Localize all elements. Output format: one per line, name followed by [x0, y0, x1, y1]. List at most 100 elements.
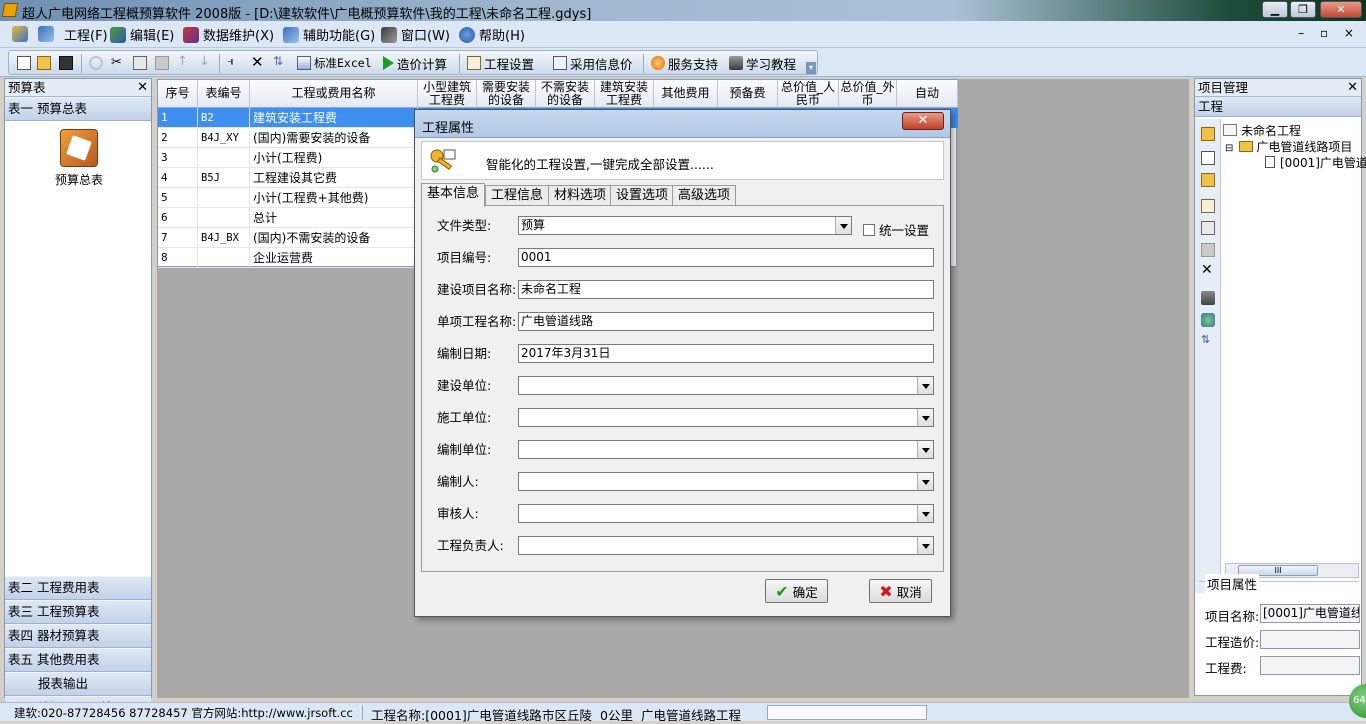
column-header[interactable]: 工程或费用名称 [250, 80, 418, 108]
open-folder-icon[interactable] [1201, 173, 1215, 187]
column-header[interactable]: 小型建筑工程费 [418, 80, 477, 108]
column-header[interactable]: 序号 [158, 80, 198, 108]
engineering-fee-label: 工程费: [1205, 661, 1247, 676]
close-button[interactable]: ✕ [1320, 1, 1362, 18]
column-header[interactable]: 其他费用 [654, 80, 718, 108]
menu-project[interactable]: 工程(F) [64, 25, 108, 44]
menu-edit[interactable]: 编辑(E) [110, 25, 174, 44]
compiler-select[interactable] [518, 472, 934, 491]
delete-icon[interactable]: ✕ [1201, 263, 1215, 277]
constructor-select[interactable] [518, 408, 934, 427]
chevron-down-icon[interactable] [835, 217, 851, 234]
tab-table-four[interactable]: 表四 器材预算表 [5, 624, 151, 648]
new-file-icon[interactable] [17, 56, 31, 70]
unified-settings-checkbox[interactable]: 统一设置 [863, 220, 929, 239]
file-type-select[interactable]: 预算 [518, 216, 852, 235]
column-header[interactable]: 总价值_外币 [839, 80, 897, 108]
collapse-icon[interactable]: ⊟ [1225, 143, 1233, 154]
open-project-icon[interactable] [12, 26, 28, 42]
tab-project-info[interactable]: 工程信息 [485, 185, 550, 206]
service-button[interactable]: 服务支持 [651, 54, 718, 72]
budget-summary-icon[interactable] [60, 129, 98, 167]
restore-button[interactable]: ❐ [1290, 1, 1316, 18]
menu-data-maintenance[interactable]: 数据维护(X) [183, 25, 274, 44]
report-output-link[interactable]: 报表输出 [5, 672, 151, 696]
mdi-window-buttons[interactable]: – ▫ × [1298, 26, 1360, 40]
tab-advanced-options[interactable]: 高级选项 [672, 185, 737, 206]
chevron-down-icon[interactable] [917, 537, 933, 554]
save-icon[interactable] [59, 56, 73, 70]
split-icon[interactable]: ⫣ [227, 54, 241, 68]
column-header[interactable]: 不需安装的设备 [536, 80, 595, 108]
tree-leaf[interactable]: [0001]广电管道 [1223, 155, 1366, 171]
sub-project-input[interactable]: 广电管道线路 [518, 312, 934, 331]
folder-icon [1239, 141, 1254, 152]
menu-auxiliary[interactable]: 辅助功能(G) [283, 25, 375, 44]
compiler-unit-select[interactable] [518, 440, 934, 459]
paste-icon[interactable] [155, 56, 169, 70]
tab-table-three[interactable]: 表三 工程预算表 [5, 600, 151, 624]
column-header[interactable]: 建筑安装工程费 [595, 80, 654, 108]
panel-close-button[interactable]: ✕ [137, 79, 148, 96]
menu-window[interactable]: 窗口(W) [381, 25, 450, 44]
project-name-input[interactable]: 未命名工程 [518, 280, 934, 299]
dialog-close-button[interactable]: ✕ [902, 112, 944, 130]
builder-select[interactable] [518, 376, 934, 395]
undo-icon[interactable] [89, 56, 103, 70]
compile-date-input[interactable]: 2017年3月31日 [518, 344, 934, 363]
chevron-down-icon[interactable] [917, 377, 933, 394]
chevron-down-icon[interactable] [917, 409, 933, 426]
panel-close-button[interactable]: ✕ [1347, 79, 1358, 96]
project-settings-button[interactable]: 工程设置 [467, 54, 534, 72]
move-down-icon[interactable]: ↓ [199, 54, 213, 69]
tab-basic-info[interactable]: 基本信息 [421, 183, 486, 207]
project-cost-field[interactable] [1260, 630, 1360, 649]
chevron-down-icon[interactable] [917, 473, 933, 490]
reviewer-select[interactable] [518, 504, 934, 523]
chart-icon[interactable] [38, 26, 54, 42]
paste-icon[interactable] [1201, 243, 1215, 257]
column-header[interactable]: 自动 [897, 80, 958, 108]
print-icon[interactable] [1201, 291, 1215, 305]
column-header[interactable]: 总价值_人民币 [778, 80, 839, 108]
tab-table-one[interactable]: 表一 预算总表 [5, 97, 151, 121]
budget-summary-label[interactable]: 预算总表 [5, 171, 153, 188]
info-price-button[interactable]: 采用信息价 [553, 54, 633, 72]
copy-icon[interactable] [1201, 221, 1215, 235]
column-header[interactable]: 需要安装的设备 [477, 80, 536, 108]
tab-table-two[interactable]: 表二 工程费用表 [5, 576, 151, 600]
engineering-fee-field[interactable] [1260, 656, 1360, 675]
sort-icon[interactable]: ⇅ [1201, 333, 1215, 347]
delete-icon[interactable]: ✕ [251, 53, 265, 71]
tutorial-button[interactable]: 学习教程 [729, 54, 796, 72]
minimize-button[interactable]: ▁ [1262, 1, 1288, 18]
chevron-down-icon[interactable] [917, 505, 933, 522]
column-header[interactable]: 表编号 [198, 80, 250, 108]
toolbar-overflow-chevron-icon[interactable]: ▾ [806, 62, 816, 74]
excel-button[interactable]: 标准Excel [297, 54, 372, 72]
menu-help[interactable]: 帮助(H) [459, 25, 525, 44]
tab-setting-options[interactable]: 设置选项 [610, 185, 675, 206]
properties-icon[interactable] [1201, 199, 1215, 213]
sort-icon[interactable]: ⇅ [273, 54, 287, 68]
chevron-down-icon[interactable] [917, 441, 933, 458]
cut-icon[interactable]: ✂ [111, 55, 125, 70]
new-doc-icon[interactable] [1201, 151, 1215, 165]
tree-root[interactable]: 未命名工程 [1223, 123, 1366, 139]
tree-node[interactable]: ⊟ 广电管道线路项目 [1223, 139, 1366, 155]
move-up-icon[interactable]: ↑ [177, 54, 191, 69]
tab-table-five[interactable]: 表五 其他费用表 [5, 648, 151, 672]
refresh-icon[interactable] [1201, 313, 1215, 327]
copy-icon[interactable] [133, 56, 147, 70]
folder-icon[interactable] [1201, 127, 1215, 141]
tab-material-options[interactable]: 材料选项 [548, 185, 613, 206]
project-name-field[interactable]: [0001]广电管道线路 [1260, 604, 1360, 623]
checkbox-box[interactable] [863, 223, 875, 236]
column-header[interactable]: 预备费 [718, 80, 778, 108]
calculate-button[interactable]: 造价计算 [383, 54, 447, 72]
project-number-input[interactable]: 0001 [518, 248, 934, 267]
ok-button[interactable]: ✔ 确定 [765, 579, 828, 603]
cancel-button[interactable]: ✖ 取消 [869, 579, 932, 603]
open-folder-icon[interactable] [37, 56, 51, 70]
project-manager-select[interactable] [518, 536, 934, 555]
